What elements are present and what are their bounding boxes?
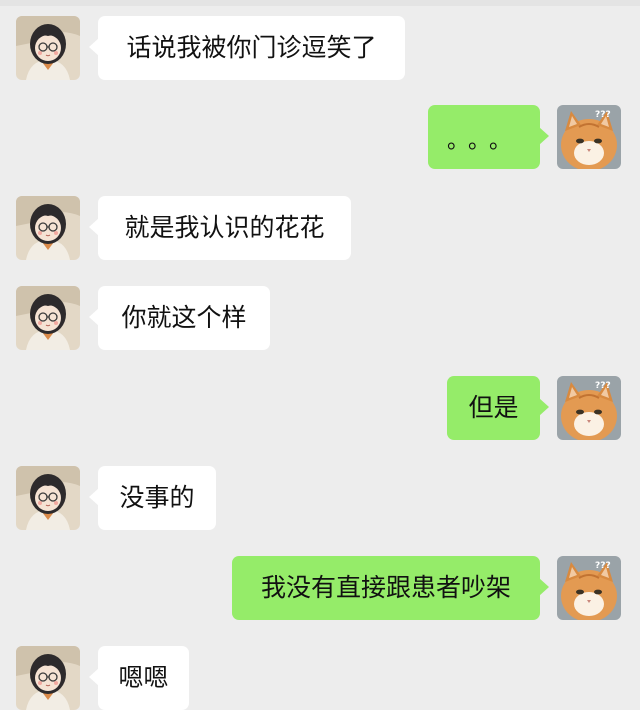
- chat-message-row: 。。。 ???: [0, 105, 640, 169]
- contact-avatar[interactable]: [16, 16, 80, 80]
- outgoing-message-bubble[interactable]: 我没有直接跟患者吵架: [232, 556, 549, 620]
- outgoing-message-bubble[interactable]: 但是: [447, 376, 549, 440]
- chat-message-row: 你就这个样: [0, 286, 640, 350]
- chat-message-row: 话说我被你门诊逗笑了: [0, 16, 640, 80]
- girl-avatar-icon: [16, 16, 80, 80]
- self-avatar[interactable]: ???: [557, 556, 621, 620]
- girl-avatar-icon: [16, 196, 80, 260]
- incoming-message-bubble[interactable]: 就是我认识的花花: [89, 196, 351, 260]
- girl-avatar-icon: [16, 646, 80, 710]
- cat-avatar-icon: ???: [557, 105, 621, 169]
- self-avatar[interactable]: ???: [557, 105, 621, 169]
- chat-message-row: 没事的: [0, 466, 640, 530]
- cat-avatar-icon: ???: [557, 376, 621, 440]
- contact-avatar[interactable]: [16, 286, 80, 350]
- cat-avatar-icon: ???: [557, 556, 621, 620]
- contact-avatar[interactable]: [16, 646, 80, 710]
- chat-message-row: 嗯嗯: [0, 646, 640, 710]
- incoming-message-bubble[interactable]: 话说我被你门诊逗笑了: [89, 16, 405, 80]
- chat-message-row: 但是 ???: [0, 376, 640, 440]
- svg-text:???: ???: [595, 110, 611, 120]
- svg-text:???: ???: [595, 381, 611, 391]
- top-divider: [0, 0, 640, 6]
- girl-avatar-icon: [16, 286, 80, 350]
- contact-avatar[interactable]: [16, 196, 80, 260]
- incoming-message-bubble[interactable]: 没事的: [89, 466, 216, 530]
- contact-avatar[interactable]: [16, 466, 80, 530]
- chat-message-row: 我没有直接跟患者吵架 ???: [0, 556, 640, 620]
- girl-avatar-icon: [16, 466, 80, 530]
- incoming-message-bubble[interactable]: 你就这个样: [89, 286, 270, 350]
- chat-message-row: 就是我认识的花花: [0, 196, 640, 260]
- outgoing-message-bubble[interactable]: 。。。: [428, 105, 549, 169]
- self-avatar[interactable]: ???: [557, 376, 621, 440]
- svg-text:???: ???: [595, 561, 611, 571]
- incoming-message-bubble[interactable]: 嗯嗯: [89, 646, 189, 710]
